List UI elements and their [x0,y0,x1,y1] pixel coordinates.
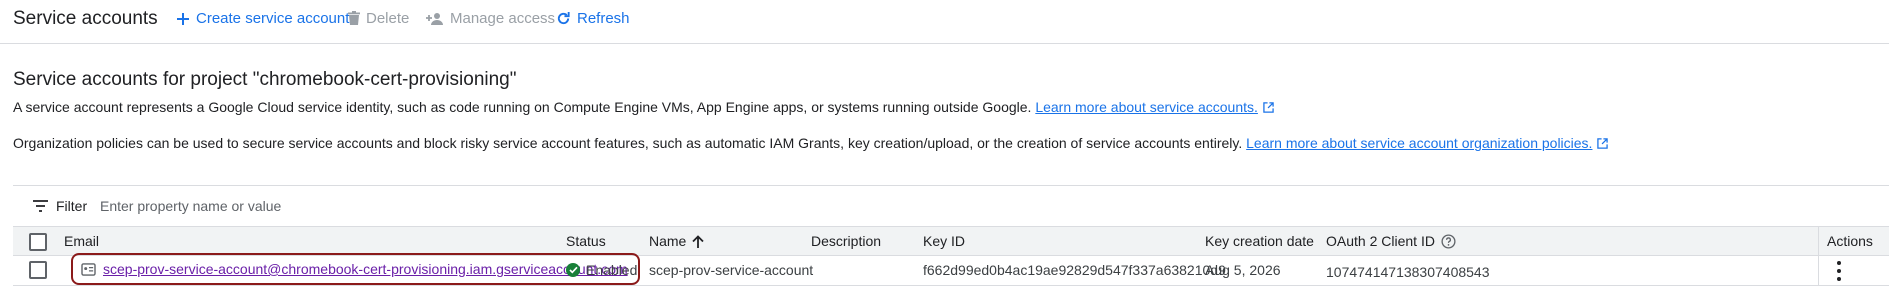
check-circle-icon [566,263,580,277]
page-title: Service accounts [13,8,158,29]
external-link-icon [1597,138,1609,149]
column-header-status[interactable]: Status [566,233,606,249]
toolbar: Service accounts Create service account … [0,0,1889,44]
filter-bar: Filter [13,185,1889,226]
trash-icon [348,11,360,25]
service-account-email-link[interactable]: scep-prov-service-account@chromebook-cer… [103,261,628,277]
more-vert-icon[interactable] [1831,261,1847,281]
manage-access-button[interactable]: Manage access [426,10,555,27]
column-header-oauth-client-id-label: OAuth 2 Client ID [1326,233,1435,249]
learn-more-service-accounts-link[interactable]: Learn more about service accounts. [1035,99,1258,115]
arrow-up-icon [692,234,704,248]
column-header-actions: Actions [1827,233,1873,249]
column-header-key-creation-date[interactable]: Key creation date [1205,233,1314,249]
create-service-account-button[interactable]: Create service account [176,10,349,27]
column-header-name[interactable]: Name [649,233,704,249]
filter-label: Filter [56,198,88,214]
column-header-oauth-client-id[interactable]: OAuth 2 Client ID [1326,233,1456,249]
filter-icon [33,200,48,212]
column-divider [1818,227,1819,255]
service-account-description: A service account represents a Google Cl… [13,99,1274,115]
email-cell: scep-prov-service-account@chromebook-cer… [71,253,640,285]
section-title: Service accounts for project "chromebook… [13,69,517,90]
column-divider [1818,255,1819,285]
refresh-icon [557,11,570,25]
filter-button[interactable]: Filter [33,198,87,214]
external-link-icon [1263,102,1274,113]
key-id-cell: f662d99ed0b4ac19ae92829d547f337a638210d9 [923,262,1226,278]
status-badge: Enabled [586,262,638,278]
plus-icon [177,12,189,25]
learn-more-org-policies-link[interactable]: Learn more about service account organiz… [1246,135,1592,151]
refresh-button[interactable]: Refresh [556,10,630,27]
service-account-description-text: A service account represents a Google Cl… [13,99,1032,115]
name-cell: scep-prov-service-account [649,262,814,278]
row-checkbox[interactable] [29,261,47,279]
org-policies-description: Organization policies can be used to sec… [13,135,1609,151]
table-header: Email Status Name Description Key ID Key… [13,226,1889,256]
oauth-client-id-cell: 107474147138307408543 [1326,264,1490,280]
person-add-icon [426,12,443,25]
select-all-checkbox[interactable] [29,233,47,251]
table-row[interactable]: scep-prov-service-account@chromebook-cer… [13,253,1889,286]
column-header-key-id[interactable]: Key ID [923,233,965,249]
delete-button[interactable]: Delete [348,10,409,27]
refresh-label: Refresh [577,10,630,27]
help-icon[interactable] [1441,233,1456,249]
column-header-name-label: Name [649,233,687,249]
create-service-account-label: Create service account [196,10,350,27]
service-account-icon [81,262,96,276]
status-cell: Enabled [566,262,637,278]
delete-label: Delete [366,10,410,27]
column-header-email[interactable]: Email [64,233,99,249]
column-header-description[interactable]: Description [811,233,881,249]
filter-input[interactable] [98,192,702,220]
org-policies-description-text: Organization policies can be used to sec… [13,135,1243,151]
key-creation-date-cell: Aug 5, 2026 [1205,262,1281,278]
manage-access-label: Manage access [450,10,556,27]
